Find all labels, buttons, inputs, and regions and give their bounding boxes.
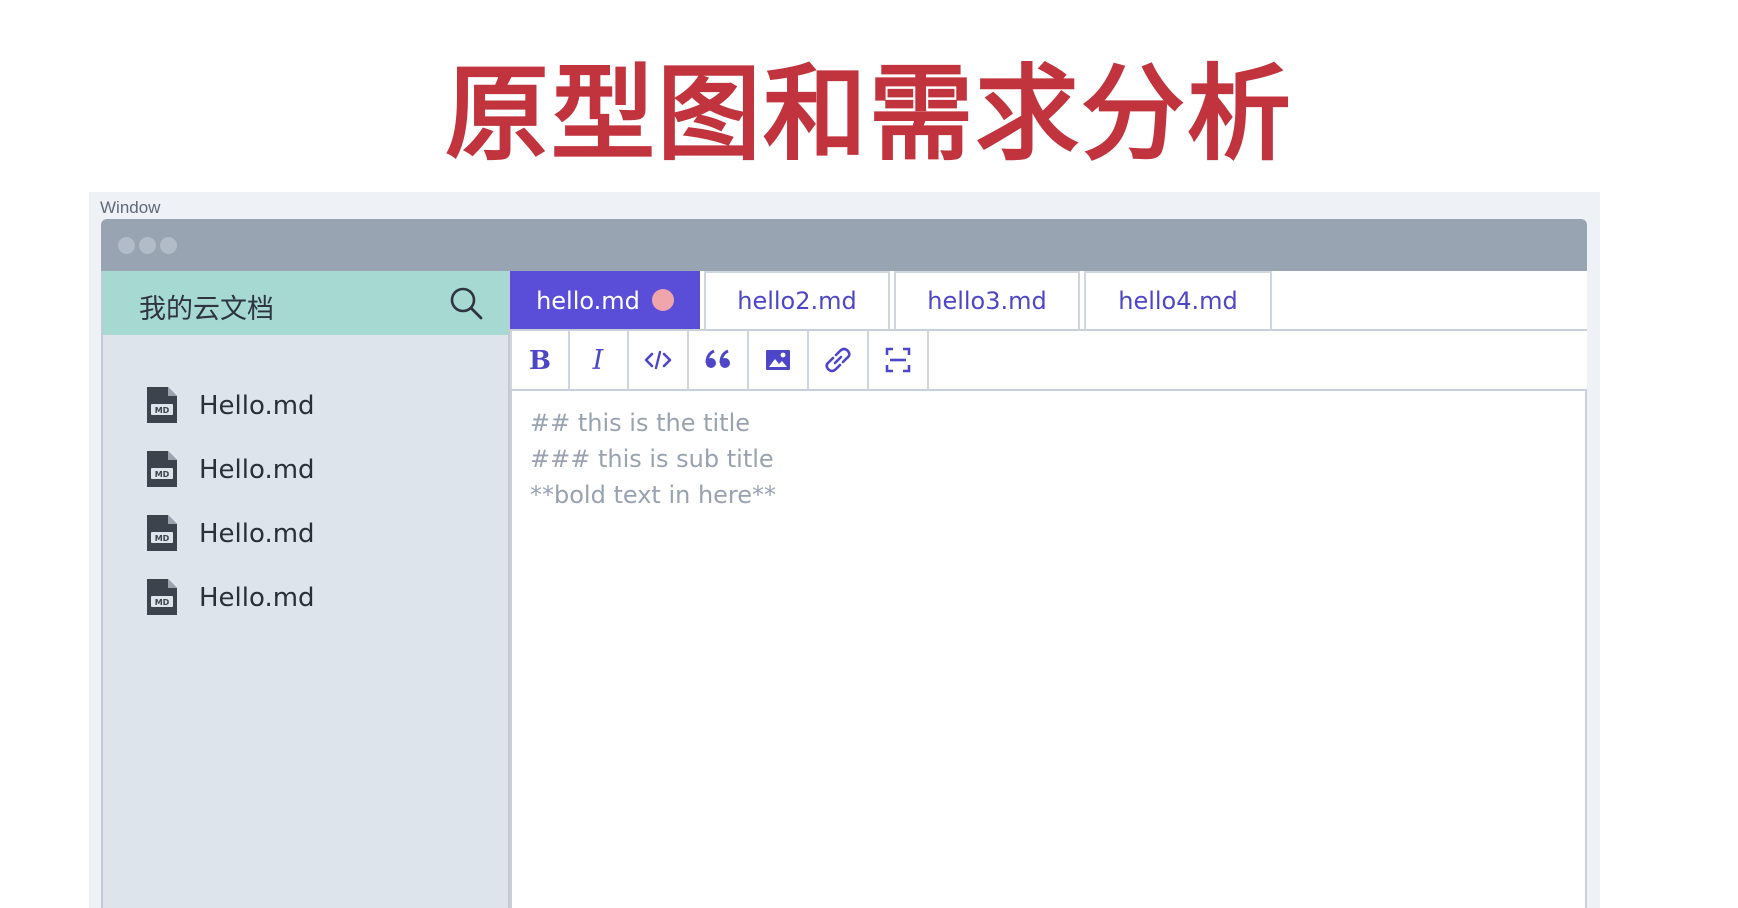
unsaved-indicator <box>651 289 674 311</box>
code-button[interactable] <box>629 331 689 389</box>
link-icon <box>825 347 851 373</box>
italic-button[interactable]: I <box>569 331 629 389</box>
window-titlebar[interactable] <box>101 219 1587 271</box>
markdown-file-icon: MD <box>143 512 181 554</box>
tab-label: hello.md <box>536 287 640 315</box>
markdown-file-icon: MD <box>143 448 181 490</box>
svg-text:MD: MD <box>155 598 170 607</box>
svg-text:MD: MD <box>155 470 170 479</box>
file-name: Hello.md <box>199 519 315 549</box>
quote-icon <box>705 349 730 368</box>
file-name: Hello.md <box>199 583 315 613</box>
bold-button[interactable]: B <box>510 331 570 389</box>
link-button[interactable] <box>809 331 869 389</box>
file-list-item[interactable]: MD Hello.md <box>143 384 473 428</box>
sidebar-title: 我的云文档 <box>139 294 274 325</box>
markdown-editor[interactable]: ## this is the title ### this is sub tit… <box>510 391 1587 908</box>
file-list-item[interactable]: MD Hello.md <box>143 576 473 620</box>
markdown-file-icon: MD <box>143 576 181 618</box>
format-toolbar: B I <box>510 331 1587 391</box>
editor-line: ### this is sub title <box>530 445 774 473</box>
tab-label: hello2.md <box>737 287 857 315</box>
window-maximize-dot[interactable] <box>160 237 177 254</box>
file-name: Hello.md <box>199 391 315 421</box>
slide-title: 原型图和需求分析 <box>444 53 1293 175</box>
tab-hello4-md[interactable]: hello4.md <box>1084 271 1272 329</box>
italic-icon: I <box>592 346 605 374</box>
fullscreen-icon <box>885 347 911 373</box>
tab-bar: hello.md hello2.md hello3.md hello4.md <box>510 271 1587 331</box>
file-name: Hello.md <box>199 455 315 485</box>
file-list-item[interactable]: MD Hello.md <box>143 448 473 492</box>
editor-line: ## this is the title <box>530 409 751 437</box>
file-list-item[interactable]: MD Hello.md <box>143 512 473 556</box>
tab-hello-md[interactable]: hello.md <box>510 271 700 329</box>
quote-button[interactable] <box>689 331 749 389</box>
window-minimize-dot[interactable] <box>139 237 156 254</box>
search-icon[interactable] <box>448 285 484 321</box>
editor-line: **bold text in here** <box>530 481 777 509</box>
window-label: Window <box>100 198 161 217</box>
sidebar: 我的云文档 MD Hello.md MD Hello.md MD Hello.m… <box>101 271 510 908</box>
editor-pane: hello.md hello2.md hello3.md hello4.md B… <box>510 271 1587 908</box>
tab-hello3-md[interactable]: hello3.md <box>894 271 1080 329</box>
fullscreen-button[interactable] <box>869 331 929 389</box>
markdown-file-icon: MD <box>143 384 181 426</box>
code-icon <box>644 350 672 370</box>
tab-label: hello4.md <box>1118 287 1238 315</box>
image-button[interactable] <box>749 331 809 389</box>
svg-text:MD: MD <box>155 534 170 543</box>
svg-text:I: I <box>592 346 605 374</box>
svg-text:B: B <box>529 346 551 374</box>
bold-icon: B <box>529 346 551 374</box>
window-close-dot[interactable] <box>118 237 135 254</box>
tab-label: hello3.md <box>927 287 1047 315</box>
sidebar-header: 我的云文档 <box>103 271 508 335</box>
image-icon <box>766 350 790 370</box>
window-frame: Window 我的云文档 MD Hello.md MD Hello.md MD … <box>89 192 1600 908</box>
tab-hello2-md[interactable]: hello2.md <box>704 271 890 329</box>
svg-text:MD: MD <box>155 406 170 415</box>
